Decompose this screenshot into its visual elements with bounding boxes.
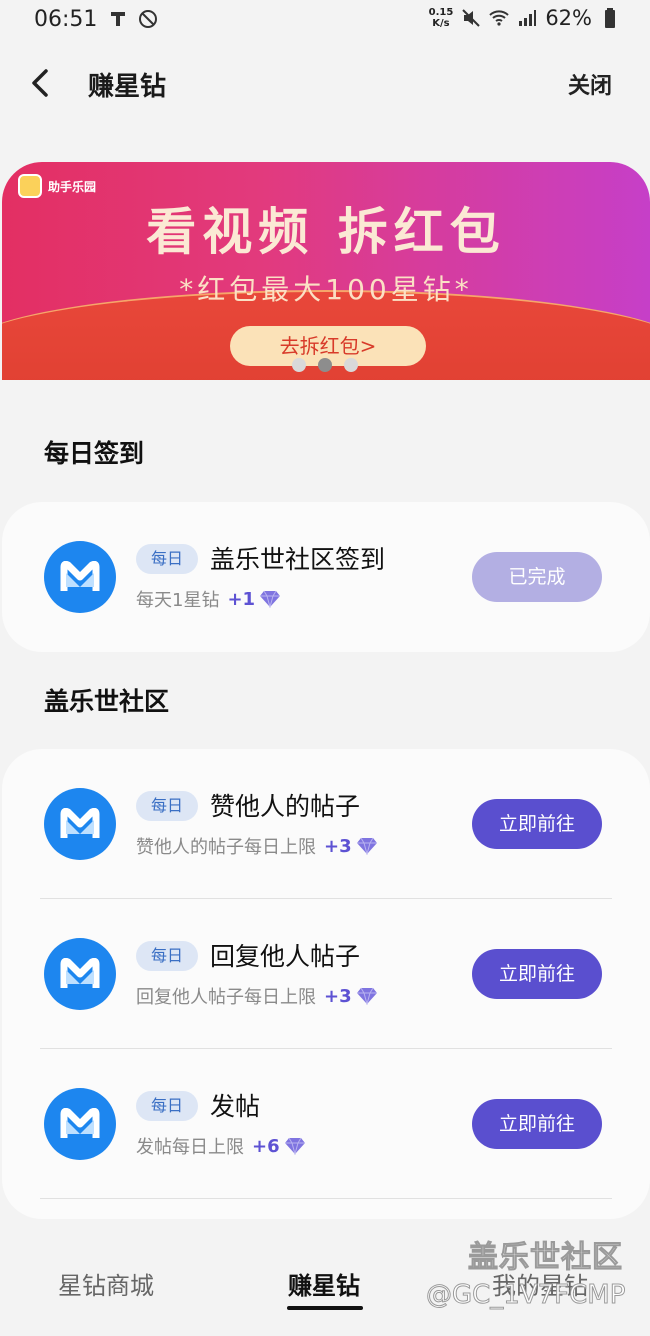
- net-speed-value: 0.15: [428, 7, 454, 18]
- page-title: 赚星钻: [88, 72, 167, 102]
- task-title: 回复他人帖子: [210, 942, 361, 971]
- task-description: 回复他人帖子每日上限 +3: [136, 983, 378, 1009]
- signal-icon: [519, 10, 537, 26]
- task-description: 发帖每日上限 +6: [136, 1133, 306, 1159]
- daily-tag: 每日: [136, 791, 198, 821]
- task-desc-text: 发帖每日上限: [136, 1137, 244, 1158]
- go-now-button[interactable]: 立即前往: [472, 949, 602, 999]
- watermark-community: 盖乐世社区: [468, 1240, 623, 1276]
- battery-percent: 62%: [545, 6, 592, 30]
- sim-icon: [111, 12, 125, 26]
- pager-dot[interactable]: [344, 358, 358, 372]
- samsung-members-app-icon: [44, 1088, 116, 1160]
- task-desc-text: 赞他人的帖子每日上限: [136, 837, 316, 858]
- diamond-icon: [356, 987, 377, 1005]
- status-time: 06:51: [34, 7, 98, 32]
- tab-star-diamond-mall[interactable]: 星钻商城: [58, 1266, 154, 1301]
- task-description: 赞他人的帖子每日上限 +3: [136, 833, 378, 859]
- banner-subline: *红包最大100星钻*: [179, 273, 473, 306]
- app-header: 赚星钻 关闭: [0, 40, 650, 128]
- task-description: 每天1星钻 +1: [136, 586, 281, 612]
- go-now-button[interactable]: 立即前往: [472, 1099, 602, 1149]
- daily-tag: 每日: [136, 544, 198, 574]
- watermark-user-id: @GC_1V7FCMP: [425, 1280, 626, 1311]
- samsung-members-app-icon: [44, 541, 116, 613]
- task-row: 每日 盖乐世社区签到 每天1星钻 +1 已完成: [2, 502, 650, 652]
- active-tab-indicator: [287, 1306, 363, 1310]
- no-disturb-icon: [139, 10, 157, 28]
- tab-earn-diamonds[interactable]: 赚星钻: [288, 1266, 360, 1301]
- banner-headline: 看视频 拆红包: [146, 203, 506, 261]
- banner-pager-dots: [292, 358, 358, 372]
- diamond-icon: [356, 837, 377, 855]
- samsung-members-app-icon: [44, 788, 116, 860]
- daily-tag: 每日: [136, 1091, 198, 1121]
- bottom-nav: 星钻商城 赚星钻 我的星钻 盖乐世社区 @GC_1V7FCMP: [0, 1228, 650, 1336]
- reward-amount: +1: [227, 588, 256, 610]
- completed-button[interactable]: 已完成: [472, 552, 602, 602]
- mute-icon: [462, 9, 481, 27]
- daily-checkin-card: 每日 盖乐世社区签到 每天1星钻 +1 已完成: [2, 502, 650, 652]
- task-title: 赞他人的帖子: [210, 792, 361, 821]
- net-speed-unit: K/s: [432, 18, 450, 29]
- samsung-members-app-icon: [44, 938, 116, 1010]
- task-desc-text: 回复他人帖子每日上限: [136, 987, 316, 1008]
- section-heading-daily-checkin: 每日签到: [44, 439, 145, 468]
- close-button[interactable]: 关闭: [568, 68, 612, 100]
- battery-icon: [605, 8, 615, 28]
- daily-tag: 每日: [136, 941, 198, 971]
- go-now-button[interactable]: 立即前往: [472, 799, 602, 849]
- task-title: 发帖: [210, 1092, 261, 1121]
- reward-amount: +3: [324, 985, 352, 1007]
- net-speed: 0.15 K/s: [429, 7, 454, 29]
- task-title: 盖乐世社区签到: [210, 545, 386, 574]
- section-heading-community: 盖乐世社区: [44, 687, 170, 716]
- wifi-icon: [489, 10, 510, 26]
- status-right: 0.15 K/s 62%: [429, 6, 620, 30]
- pager-dot[interactable]: [292, 358, 306, 372]
- back-arrow-icon[interactable]: [26, 66, 56, 100]
- reward-amount: +3: [324, 835, 352, 857]
- row-divider: [40, 1198, 612, 1199]
- reward-amount: +6: [252, 1135, 280, 1157]
- task-row: 每日 发帖 发帖每日上限 +6 立即前往: [2, 1049, 650, 1199]
- task-row: 每日 赞他人的帖子 赞他人的帖子每日上限 +3 立即前往: [2, 749, 650, 899]
- status-left-icons: [108, 9, 158, 29]
- pager-dot-active[interactable]: [318, 358, 332, 372]
- diamond-icon: [260, 590, 281, 608]
- promo-banner[interactable]: 助手乐园 看视频 拆红包 *红包最大100星钻* 去拆红包>: [2, 162, 650, 380]
- status-bar: 06:51 0.15 K/s 62%: [0, 0, 650, 40]
- diamond-icon: [284, 1137, 305, 1155]
- community-tasks-card: 每日 赞他人的帖子 赞他人的帖子每日上限 +3 立即前往 每日 回复他人帖子 回…: [2, 749, 650, 1219]
- task-row: 每日 回复他人帖子 回复他人帖子每日上限 +3 立即前往: [2, 899, 650, 1049]
- task-desc-text: 每天1星钻: [136, 590, 220, 611]
